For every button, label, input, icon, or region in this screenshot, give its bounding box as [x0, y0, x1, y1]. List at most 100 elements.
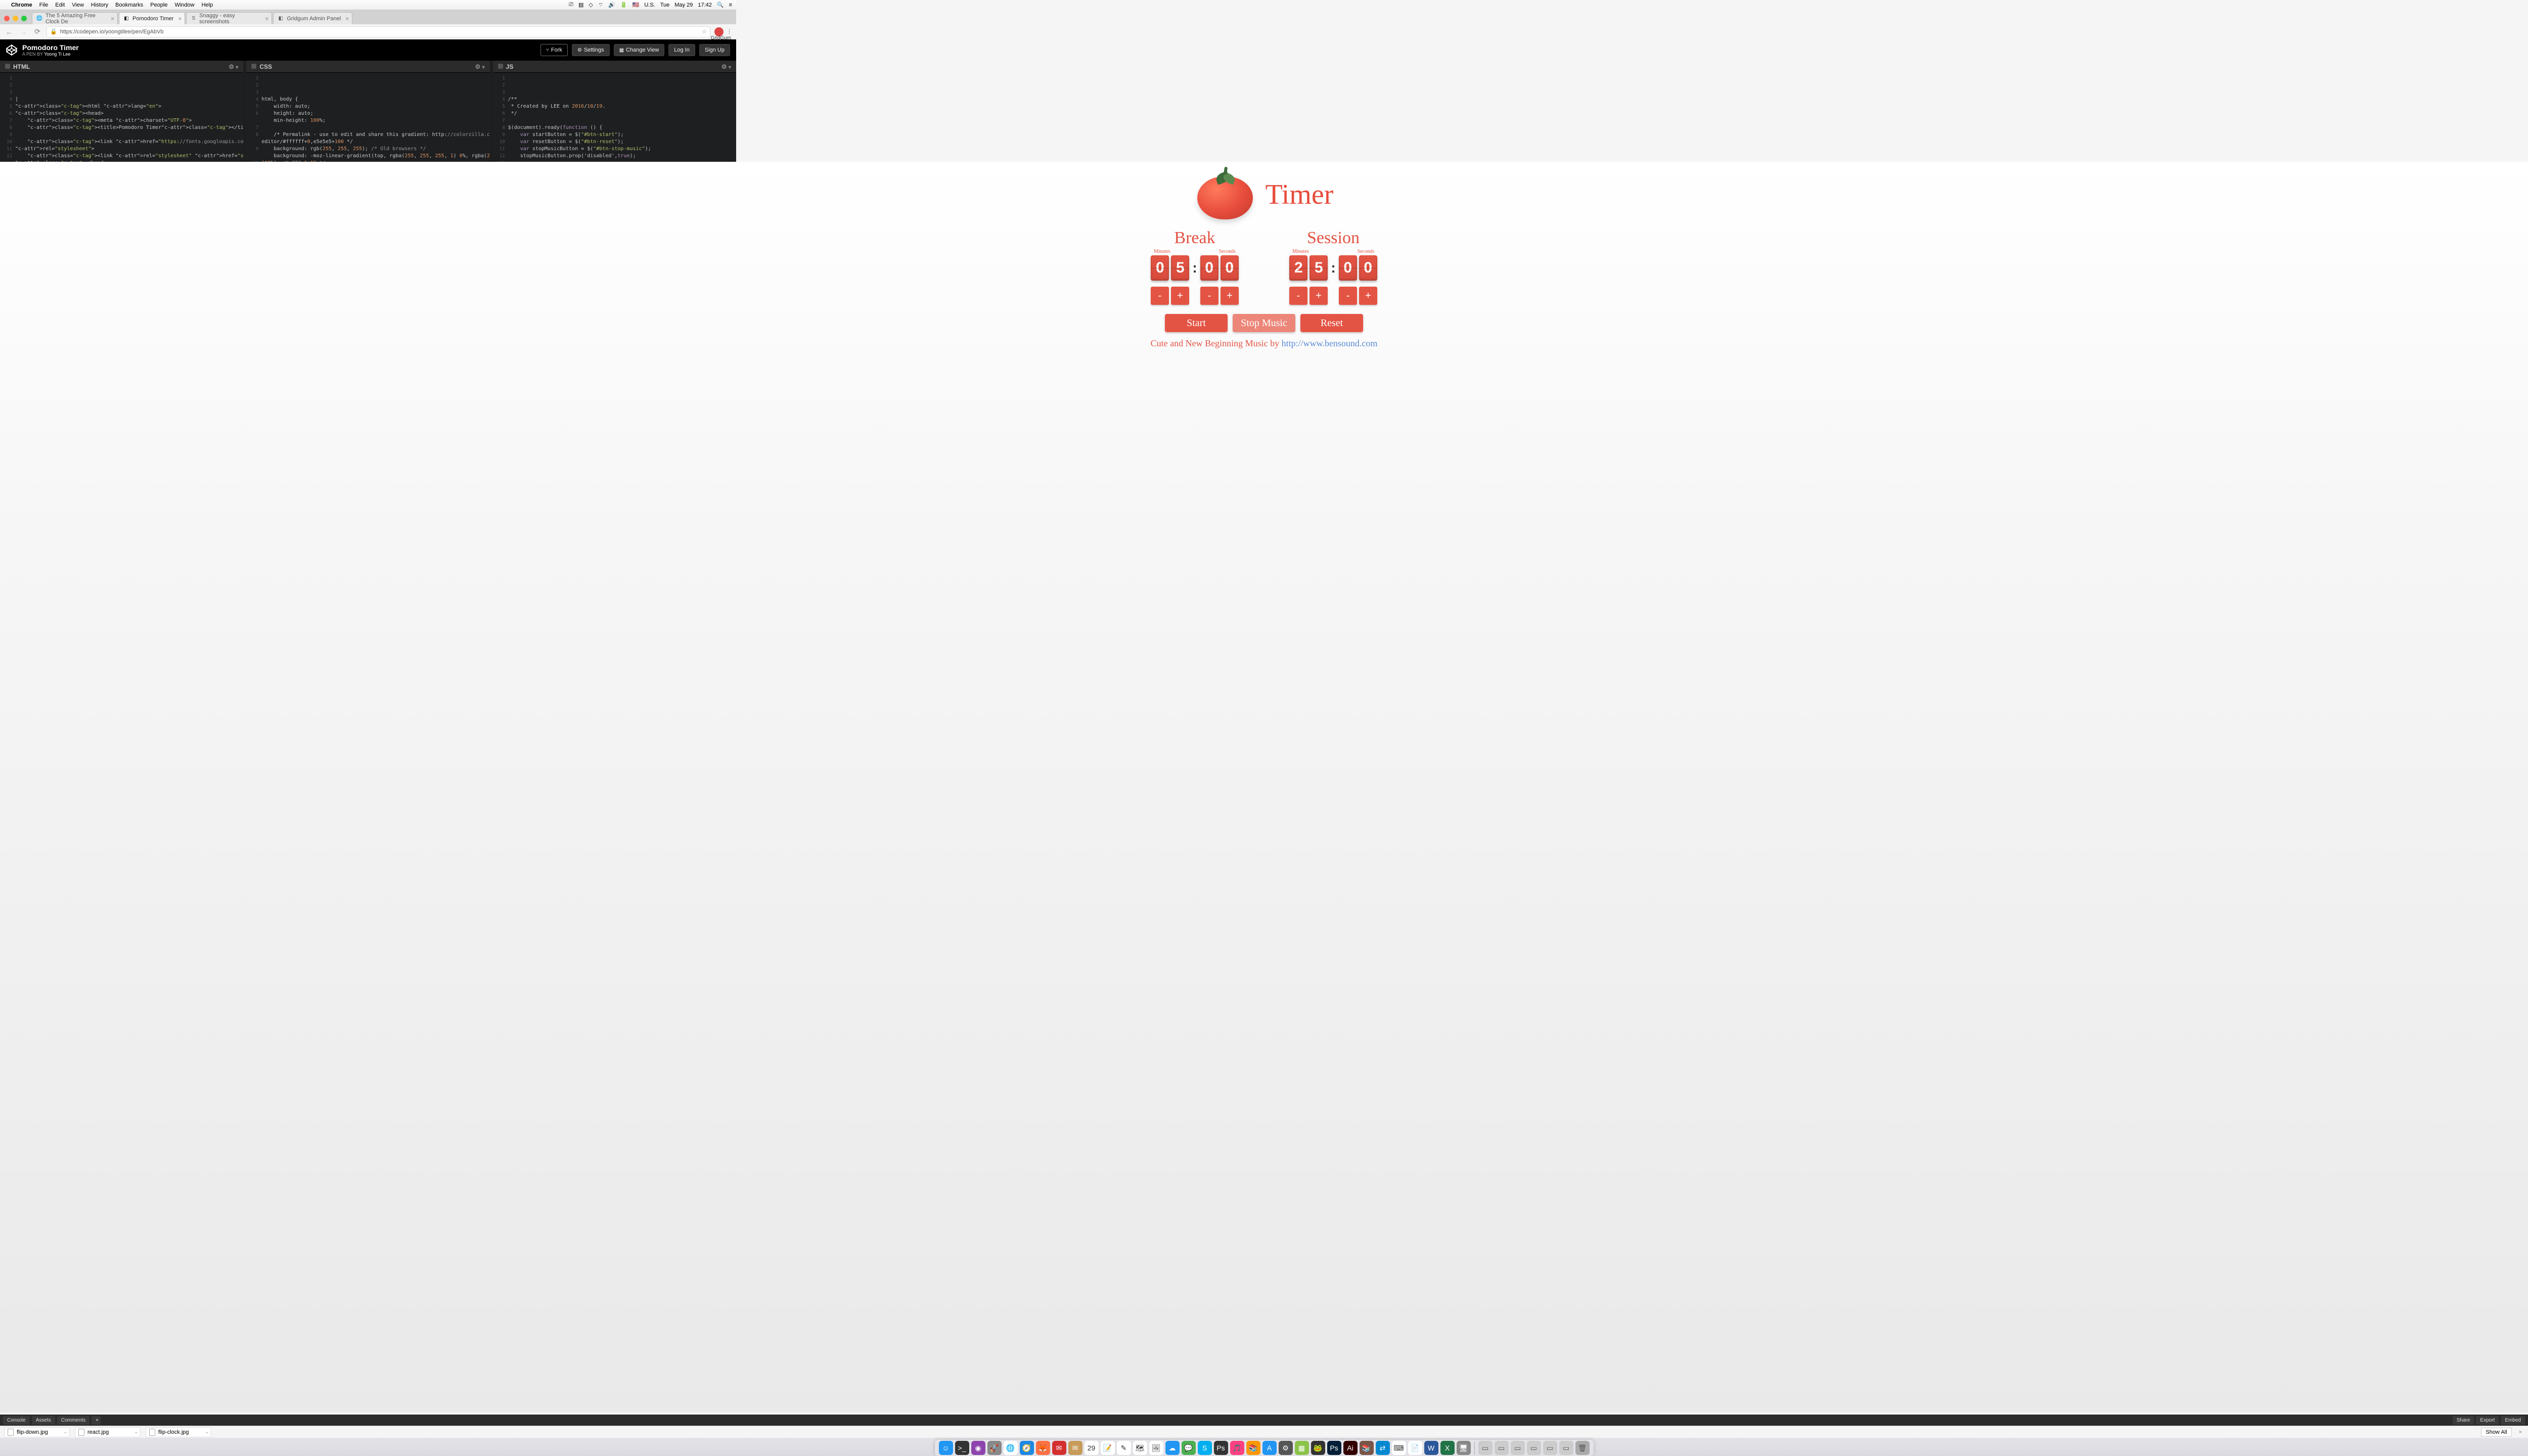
- menu-history[interactable]: History: [91, 2, 108, 8]
- dock-app-icon[interactable]: Ps: [1327, 1441, 1341, 1455]
- close-downloads-bar-button[interactable]: ×: [2517, 1429, 2524, 1435]
- browser-tab-active[interactable]: ◧Pomodoro Timer×: [119, 12, 185, 24]
- css-editor[interactable]: 123456 78 9 10 11 html, body { width: au…: [246, 73, 489, 162]
- html-editor[interactable]: 123456789101112 |"c-attr">class="c-tag">…: [0, 73, 243, 162]
- dock-app-icon[interactable]: ⌨: [1392, 1441, 1406, 1455]
- control-center-icon[interactable]: ≡: [729, 2, 732, 8]
- menu-window[interactable]: Window: [174, 2, 194, 8]
- login-button[interactable]: Log In: [668, 44, 695, 56]
- app-menu[interactable]: Chrome: [11, 2, 32, 8]
- gear-icon[interactable]: ⚙: [721, 63, 727, 70]
- start-button[interactable]: Start: [1165, 314, 1228, 332]
- status-icon[interactable]: ◇: [589, 2, 593, 8]
- dock-item-icon[interactable]: ▭: [1527, 1441, 1541, 1455]
- dock-app-icon[interactable]: Ai: [1343, 1441, 1358, 1455]
- chevron-down-icon[interactable]: ⌄: [63, 1429, 67, 1435]
- pen-author-link[interactable]: Yoong Ti Lee: [44, 52, 70, 57]
- dock-app-icon[interactable]: 💬: [1182, 1441, 1196, 1455]
- download-item[interactable]: flip-down.jpg⌄: [4, 1427, 70, 1437]
- dock-app-icon[interactable]: 🎵: [1230, 1441, 1244, 1455]
- settings-button[interactable]: ⚙Settings: [572, 44, 610, 56]
- dock-app-icon[interactable]: 🐸: [1311, 1441, 1325, 1455]
- chevron-down-icon[interactable]: ⌄: [205, 1429, 209, 1435]
- dock-item-icon[interactable]: 🗑: [1575, 1441, 1590, 1455]
- dock-app-icon[interactable]: ◉: [971, 1441, 985, 1455]
- browser-tab[interactable]: SSnaggy - easy screenshots×: [186, 12, 272, 24]
- signup-button[interactable]: Sign Up: [699, 44, 730, 56]
- dock-item-icon[interactable]: ▭: [1478, 1441, 1493, 1455]
- spotlight-icon[interactable]: 🔍: [717, 2, 724, 8]
- input-flag-icon[interactable]: 🇺🇸: [633, 2, 640, 8]
- chevron-down-icon[interactable]: ▾: [236, 65, 238, 70]
- comments-button[interactable]: Comments: [57, 1416, 89, 1425]
- dock-app-icon[interactable]: >_: [955, 1441, 969, 1455]
- dock-app-icon[interactable]: ⇄: [1376, 1441, 1390, 1455]
- chevron-down-icon[interactable]: ▾: [482, 65, 485, 70]
- tab-close-icon[interactable]: ×: [345, 15, 349, 22]
- assets-button[interactable]: Assets: [32, 1416, 55, 1425]
- tab-close-icon[interactable]: ×: [178, 15, 182, 22]
- css-pane-header[interactable]: CSS⚙ ▾: [246, 61, 489, 73]
- download-item[interactable]: flip-clock.jpg⌄: [146, 1427, 211, 1437]
- tab-close-icon[interactable]: ×: [111, 15, 114, 22]
- fork-button[interactable]: ⑂Fork: [540, 44, 568, 56]
- input-locale[interactable]: U.S.: [644, 2, 655, 8]
- clock-day[interactable]: Tue: [660, 2, 670, 8]
- html-pane-header[interactable]: HTML⚙ ▾: [0, 61, 243, 73]
- dock-app-icon[interactable]: X: [1440, 1441, 1455, 1455]
- session-sec-plus-button[interactable]: +: [1359, 287, 1377, 305]
- dock-app-icon[interactable]: 🌐: [1004, 1441, 1018, 1455]
- dock-app-icon[interactable]: Ps: [1214, 1441, 1228, 1455]
- dock-app-icon[interactable]: W: [1424, 1441, 1438, 1455]
- dock-app-icon[interactable]: 🧭: [1020, 1441, 1034, 1455]
- back-button[interactable]: ←: [4, 28, 14, 36]
- window-minimize-icon[interactable]: [13, 16, 18, 21]
- dock-app-icon[interactable]: 📚: [1246, 1441, 1260, 1455]
- dock-app-icon[interactable]: 🚀: [987, 1441, 1002, 1455]
- menu-people[interactable]: People: [150, 2, 167, 8]
- status-icon[interactable]: ▤: [578, 2, 583, 8]
- dock-app-icon[interactable]: 29: [1085, 1441, 1099, 1455]
- gear-icon[interactable]: ⚙: [229, 63, 234, 70]
- dock-app-icon[interactable]: 🖼: [1149, 1441, 1163, 1455]
- gear-icon[interactable]: ⚙: [475, 63, 481, 70]
- break-sec-minus-button[interactable]: -: [1200, 287, 1218, 305]
- session-min-plus-button[interactable]: +: [1310, 287, 1328, 305]
- dock-app-icon[interactable]: ⚙: [1279, 1441, 1293, 1455]
- codepen-logo-icon[interactable]: [6, 44, 17, 56]
- break-min-plus-button[interactable]: +: [1171, 287, 1189, 305]
- break-sec-plus-button[interactable]: +: [1221, 287, 1239, 305]
- menu-view[interactable]: View: [72, 2, 84, 8]
- dock-app-icon[interactable]: 🖥: [1457, 1441, 1471, 1455]
- menu-edit[interactable]: Edit: [55, 2, 65, 8]
- status-icon[interactable]: ⎚: [569, 2, 573, 8]
- tab-close-icon[interactable]: ×: [265, 15, 268, 22]
- embed-button[interactable]: Embed: [2501, 1416, 2525, 1425]
- share-button[interactable]: Share: [2453, 1416, 2474, 1425]
- dock-app-icon[interactable]: 🦊: [1036, 1441, 1050, 1455]
- dock-app-icon[interactable]: 📄: [1408, 1441, 1422, 1455]
- dock-app-icon[interactable]: ✉: [1052, 1441, 1066, 1455]
- lock-icon[interactable]: 🔒: [50, 28, 57, 35]
- profile-label[interactable]: GridGum: [710, 35, 731, 41]
- export-button[interactable]: Export: [2476, 1416, 2499, 1425]
- bookmark-star-icon[interactable]: ☆: [702, 28, 707, 35]
- window-close-icon[interactable]: [4, 16, 10, 21]
- dock-app-icon[interactable]: ✎: [1117, 1441, 1131, 1455]
- reload-button[interactable]: ⟳: [32, 27, 42, 36]
- session-sec-minus-button[interactable]: -: [1339, 287, 1357, 305]
- change-view-button[interactable]: ▦Change View: [614, 44, 665, 56]
- dock-app-icon[interactable]: 📚: [1360, 1441, 1374, 1455]
- dock-item-icon[interactable]: ▭: [1511, 1441, 1525, 1455]
- dock-app-icon[interactable]: 📝: [1101, 1441, 1115, 1455]
- window-zoom-icon[interactable]: [21, 16, 27, 21]
- dock-app-icon[interactable]: S: [1198, 1441, 1212, 1455]
- wifi-icon[interactable]: ⌔: [598, 2, 603, 9]
- dock-item-icon[interactable]: ▭: [1495, 1441, 1509, 1455]
- credit-link[interactable]: http://www.bensound.com: [1282, 338, 1378, 348]
- chrome-menu-icon[interactable]: ⋮: [727, 28, 732, 35]
- dock-app-icon[interactable]: ▦: [1295, 1441, 1309, 1455]
- reset-button[interactable]: Reset: [1300, 314, 1363, 332]
- chevron-down-icon[interactable]: ▾: [729, 65, 731, 70]
- dock-item-icon[interactable]: ▭: [1559, 1441, 1573, 1455]
